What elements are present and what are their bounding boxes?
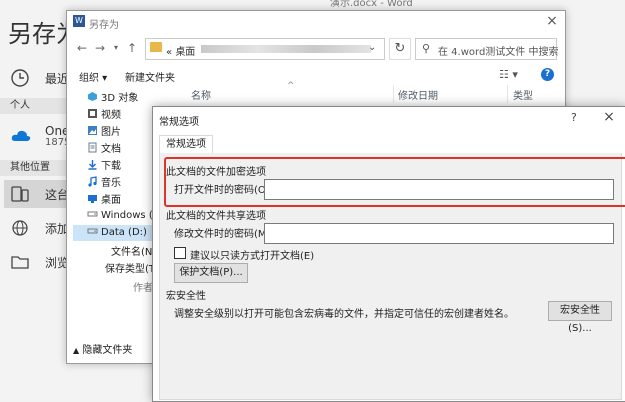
save-as-toolbar: 组织 ▾ 新建文件夹 ☷ ▾ ?: [67, 65, 565, 87]
modify-password-label: 修改文件时的密码(M):: [174, 229, 274, 240]
music-icon: [87, 176, 98, 187]
column-separator: [507, 85, 508, 103]
open-password-label: 打开文件时的密码(O):: [174, 185, 274, 196]
backstage-add-place[interactable]: 添加: [10, 216, 70, 240]
forward-arrow-icon[interactable]: →: [93, 41, 107, 55]
recent-locations-icon[interactable]: ▾: [109, 41, 123, 55]
protect-document-button[interactable]: 保护文档(P)...: [174, 263, 248, 283]
nav-item[interactable]: 视频: [87, 106, 159, 122]
close-icon[interactable]: ×: [601, 109, 617, 125]
nav-item[interactable]: 桌面: [87, 191, 159, 207]
file-list-header: 名称 ^ 修改日期 类型: [177, 81, 565, 103]
address-bar[interactable]: « 桌面 ⌄: [145, 38, 385, 60]
column-modified[interactable]: 修改日期: [398, 87, 438, 102]
nav-item-label: 桌面: [101, 195, 121, 206]
address-path: « 桌面: [166, 43, 195, 58]
column-type[interactable]: 类型: [513, 87, 533, 102]
documents-icon: [87, 142, 98, 153]
address-redacted: [201, 45, 371, 53]
video-icon: [87, 108, 98, 119]
open-password-input[interactable]: [264, 179, 614, 200]
nav-item-label: Data (D:): [101, 227, 147, 238]
chevron-down-icon[interactable]: ⌄: [368, 42, 376, 53]
pictures-icon: [87, 125, 98, 136]
nav-item[interactable]: Data (D:): [73, 225, 159, 241]
nav-item[interactable]: 3D 对象: [87, 89, 159, 105]
nav-item[interactable]: 图片: [87, 123, 159, 139]
globe-add-icon: [10, 218, 32, 238]
address-prefix: «: [166, 47, 173, 58]
save-as-titlebar: W 另存为 ×: [67, 11, 565, 33]
word-app-icon: W: [73, 15, 85, 27]
back-arrow-icon[interactable]: ←: [75, 41, 89, 55]
macro-security-button[interactable]: 宏安全性(S)...: [548, 301, 612, 334]
organize-button[interactable]: 组织 ▾: [79, 69, 107, 84]
backstage-browse[interactable]: 浏览: [10, 250, 70, 274]
backstage-onedrive[interactable]: One 1875: [10, 124, 70, 148]
desktop-icon: [87, 193, 98, 204]
drive-icon: [87, 208, 98, 219]
up-arrow-icon[interactable]: ↑: [125, 41, 139, 55]
3d-objects-icon: [87, 91, 98, 102]
download-icon: [87, 159, 98, 170]
pc-icon: [10, 184, 32, 204]
general-options-title: 常规选项: [159, 117, 199, 128]
address-folder: 桌面: [175, 47, 196, 58]
nav-item-label: 音乐: [101, 178, 121, 189]
general-options-dialog: 常规选项 ? × 常规选项 此文档的文件加密选项 打开文件时的密码(O): 此文…: [152, 106, 625, 402]
save-as-navbar: ← → ▾ ↑ « 桌面 ⌄ ↻ ⚲ 在 4.word测试文件 中搜索: [67, 35, 565, 63]
encryption-header: 此文档的文件加密选项: [166, 167, 266, 178]
chevron-up-icon: ▲: [73, 346, 80, 355]
drive-icon: [87, 225, 98, 236]
clock-icon: [10, 68, 32, 88]
nav-item-label: 3D 对象: [101, 93, 139, 104]
save-as-title: 另存为: [89, 20, 119, 31]
readonly-checkbox[interactable]: [174, 247, 186, 259]
tab-general-options[interactable]: 常规选项: [159, 135, 213, 154]
sort-up-icon: ^: [287, 81, 295, 91]
folder-icon: [150, 42, 162, 52]
tab-strip: 常规选项: [159, 135, 620, 154]
column-name[interactable]: 名称: [191, 87, 211, 102]
onedrive-icon: [10, 126, 32, 146]
column-separator: [393, 85, 394, 103]
macro-security-description: 调整安全级别以打开可能包含宏病毒的文件，并指定可信任的宏创建者姓名。: [174, 309, 514, 320]
sharing-header: 此文档的文件共享选项: [166, 211, 266, 222]
macro-security-header: 宏安全性: [166, 291, 206, 302]
backstage-this-pc[interactable]: 这台: [4, 180, 70, 208]
hide-folders-label: 隐藏文件夹: [82, 345, 133, 356]
nav-item-label: 图片: [101, 127, 121, 138]
backstage-recent[interactable]: 最近: [10, 66, 70, 90]
search-input[interactable]: ⚲ 在 4.word测试文件 中搜索: [415, 38, 559, 60]
save-as-close-icon[interactable]: ×: [543, 13, 561, 31]
nav-item[interactable]: 文档: [87, 140, 159, 156]
new-folder-button[interactable]: 新建文件夹: [125, 69, 175, 84]
view-options-icon[interactable]: ☷ ▾: [499, 68, 518, 81]
search-icon: ⚲: [422, 42, 431, 55]
nav-item[interactable]: Windows (C:): [87, 208, 167, 224]
nav-item-label: 下载: [101, 161, 121, 172]
refresh-icon[interactable]: ↻: [389, 38, 411, 60]
search-placeholder: 在 4.word测试文件 中搜索: [438, 47, 559, 58]
hide-folders-button[interactable]: ▲ 隐藏文件夹: [73, 341, 132, 356]
readonly-label: 建议以只读方式打开文档(E): [190, 251, 315, 262]
modify-password-input[interactable]: [264, 223, 614, 244]
nav-item-label: 视频: [101, 110, 121, 121]
nav-item[interactable]: 音乐: [87, 174, 159, 190]
general-options-body: 此文档的文件加密选项 打开文件时的密码(O): 此文档的文件共享选项 修改文件时…: [159, 153, 625, 400]
folder-open-icon: [10, 252, 32, 272]
nav-item-label: 文档: [101, 144, 121, 155]
help-icon[interactable]: ?: [571, 111, 577, 124]
help-icon[interactable]: ?: [541, 68, 554, 81]
document-title: 演示.docx - Word: [330, 0, 413, 9]
nav-item[interactable]: 下载: [87, 157, 159, 173]
